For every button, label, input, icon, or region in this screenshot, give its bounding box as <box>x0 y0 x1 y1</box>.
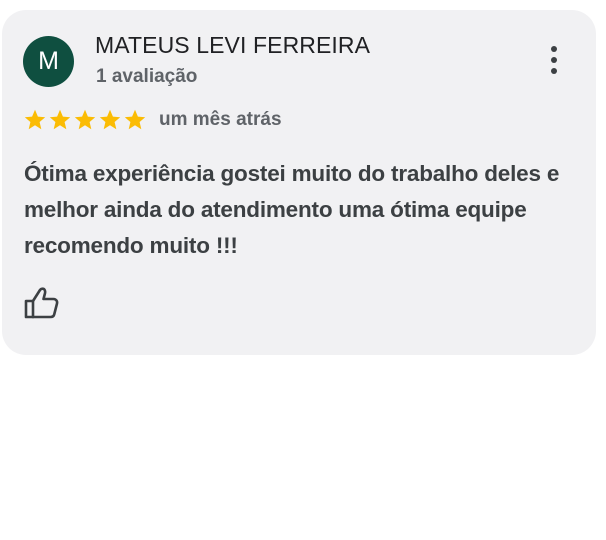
more-vert-icon-dot <box>551 57 557 63</box>
star-icon <box>124 109 146 130</box>
more-vert-icon <box>551 46 557 52</box>
star-icon <box>99 109 121 130</box>
author-name[interactable]: MATEUS LEVI FERREIRA <box>95 32 370 59</box>
rating-row: um mês atrás <box>23 108 282 132</box>
thumb-up-icon <box>24 287 59 319</box>
author-review-count: 1 avaliação <box>96 66 198 87</box>
more-vert-icon-dot <box>551 68 557 74</box>
star-icon <box>24 109 46 130</box>
avatar-initial: M <box>38 47 59 75</box>
star-icon <box>74 109 96 130</box>
avatar[interactable]: M <box>23 36 74 87</box>
more-options-button[interactable] <box>538 40 570 80</box>
star-rating <box>23 108 147 132</box>
review-text: Ótima experiência gostei muito do trabal… <box>24 161 560 258</box>
review-date: um mês atrás <box>159 109 282 130</box>
review-card: M MATEUS LEVI FERREIRA 1 avaliação um mê… <box>2 10 596 355</box>
like-button[interactable] <box>22 284 62 322</box>
star-icon <box>49 109 71 130</box>
